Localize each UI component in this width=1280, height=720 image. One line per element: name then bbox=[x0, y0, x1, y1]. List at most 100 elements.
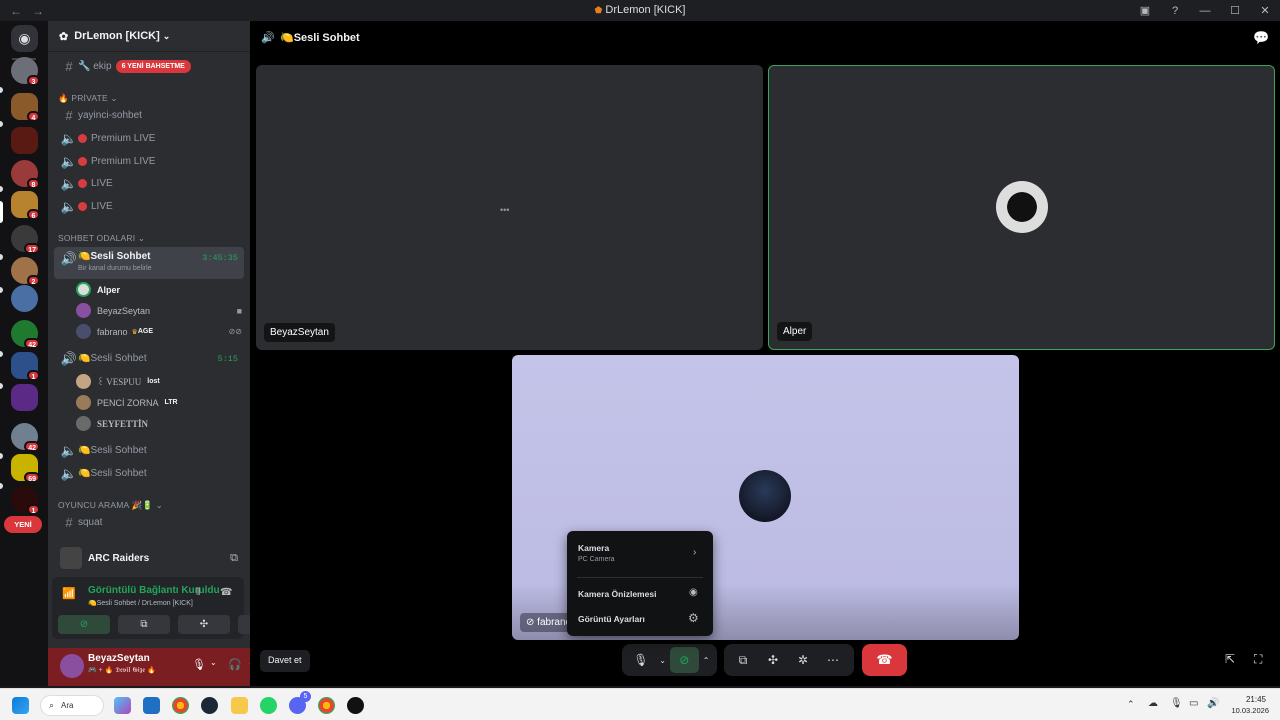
video-tile-beyazseytan[interactable]: ••• BeyazSeytan bbox=[256, 65, 763, 350]
screen-share-icon[interactable]: ⧉ bbox=[728, 647, 758, 673]
camera-toggle-button[interactable]: ⊘ bbox=[669, 647, 700, 673]
fullscreen-icon[interactable]: ⛶ bbox=[1254, 652, 1262, 667]
video-tile-alper[interactable]: Alper bbox=[768, 65, 1275, 350]
user-name: Alper bbox=[97, 284, 121, 295]
category-player-search[interactable]: OYUNCU ARAMA 🎉🔋 ⌄ bbox=[58, 500, 163, 511]
new-mentions-badge[interactable]: 6 YENİ BAHSETME bbox=[115, 60, 191, 73]
channel-premium-live[interactable]: 🔈 Premium LIVE bbox=[54, 128, 244, 149]
guild-icon[interactable]: 17 bbox=[11, 225, 40, 254]
avatar[interactable] bbox=[60, 654, 84, 678]
guild-icon[interactable]: 42 bbox=[11, 320, 40, 349]
voice-user[interactable]: SEYFETTİN bbox=[76, 414, 148, 433]
discord-icon[interactable]: 5 bbox=[289, 691, 311, 714]
soundboard-icon[interactable]: ✲ bbox=[788, 647, 818, 673]
disconnect-call-button[interactable]: ☎ bbox=[862, 644, 907, 676]
channel-live[interactable]: 🔈 LIVE bbox=[54, 173, 244, 194]
close-button[interactable]: ✕ bbox=[1250, 4, 1280, 17]
channel-premium-live[interactable]: 🔈 Premium LIVE bbox=[54, 151, 244, 172]
chevron-up-icon[interactable]: ⌃ bbox=[1127, 699, 1135, 710]
more-options-icon[interactable]: ⋯ bbox=[818, 647, 848, 673]
channel-squat[interactable]: # squat bbox=[54, 512, 244, 533]
menu-item-camera[interactable]: Kamera bbox=[578, 543, 609, 553]
microphone-icon[interactable]: 🎙 bbox=[192, 658, 206, 671]
chrome-icon[interactable] bbox=[318, 697, 335, 714]
windows-start-icon[interactable] bbox=[12, 697, 29, 714]
guild-icon[interactable]: 1 bbox=[11, 486, 40, 515]
guild-icon[interactable] bbox=[11, 285, 38, 312]
voice-user[interactable]: PENCİ ZORNA LTR bbox=[76, 393, 178, 412]
menu-item-camera-preview[interactable]: Kamera Önizlemesi bbox=[578, 589, 656, 599]
microphone-icon[interactable]: 🎙 bbox=[626, 647, 656, 673]
voice-user[interactable]: Alper bbox=[76, 280, 120, 299]
stream-game-icon[interactable]: ⧉ bbox=[230, 552, 238, 565]
category-rooms[interactable]: SOHBET ODALARI ⌄ bbox=[58, 233, 145, 244]
clock-date[interactable]: 10.03.2026 bbox=[1225, 706, 1269, 715]
pop-out-icon[interactable]: ⇱ bbox=[1225, 652, 1235, 666]
copilot-icon[interactable] bbox=[114, 697, 131, 714]
file-explorer-icon[interactable] bbox=[231, 697, 248, 714]
guild-icon[interactable]: 2 bbox=[11, 257, 40, 286]
chevron-down-icon[interactable]: ⌄ bbox=[656, 647, 670, 673]
guild-icon[interactable] bbox=[11, 127, 38, 154]
voice-user[interactable]: BeyazSeytan ■ bbox=[76, 301, 242, 320]
minimize-button[interactable]: — bbox=[1190, 5, 1220, 17]
guild-icon[interactable]: 42 bbox=[11, 423, 40, 452]
disconnect-icon[interactable]: ☎ bbox=[220, 587, 232, 598]
voice-channel[interactable]: 🔊 🍋Sesli Sohbet 5:15 bbox=[54, 348, 244, 369]
inbox-icon[interactable]: ▣ bbox=[1130, 4, 1160, 17]
voice-channel[interactable]: 🔈 🍋Sesli Sohbet bbox=[54, 440, 244, 461]
guild-icon[interactable]: 3 bbox=[11, 57, 40, 86]
guild-icon[interactable]: 4 bbox=[11, 93, 40, 122]
network-icon[interactable]: ▭ bbox=[1189, 698, 1198, 709]
taskbar-search[interactable]: ⌕ Ara bbox=[40, 695, 104, 716]
chat-icon[interactable]: 💬 bbox=[1253, 30, 1269, 46]
category-private[interactable]: 🔥 PRİVATE ⌄ bbox=[58, 93, 118, 104]
voice-channel[interactable]: 🔈 🍋Sesli Sohbet bbox=[54, 463, 244, 484]
chevron-down-icon[interactable]: ⌄ bbox=[210, 658, 217, 667]
voice-user[interactable]: fabrano ♛ AGE ⊘⊘ bbox=[76, 322, 242, 341]
discord-home-icon[interactable]: ◉ bbox=[11, 25, 38, 52]
speaker-icon: 🔈 bbox=[60, 153, 78, 169]
channel-yayinci-sohbet[interactable]: # yayinci-sohbet bbox=[54, 105, 244, 126]
new-unread-pill[interactable]: YENİ bbox=[4, 516, 42, 533]
activity-panel[interactable]: ARC Raiders ⧉ bbox=[52, 543, 246, 573]
noise-suppression-icon[interactable]: ⦀ bbox=[196, 587, 200, 598]
channel-name: 🍋Sesli Sohbet bbox=[78, 445, 147, 456]
camera-device-name: PC Camera bbox=[578, 556, 615, 563]
guild-icon[interactable] bbox=[11, 384, 38, 411]
camera-toggle-button[interactable]: ⊘ bbox=[58, 615, 110, 634]
avatar bbox=[76, 374, 91, 389]
avatar bbox=[996, 181, 1048, 233]
help-icon[interactable]: ? bbox=[1160, 5, 1190, 17]
guild-icon[interactable]: 6 bbox=[11, 191, 40, 220]
channel-live[interactable]: 🔈 LIVE bbox=[54, 196, 244, 217]
maximize-button[interactable]: ☐ bbox=[1220, 4, 1250, 17]
guild-icon[interactable]: 69 bbox=[11, 454, 40, 483]
guild-icon[interactable]: 1 bbox=[11, 352, 40, 381]
whatsapp-icon[interactable] bbox=[260, 697, 277, 714]
chevron-up-icon[interactable]: ⌃ bbox=[699, 647, 713, 673]
chrome-icon[interactable] bbox=[172, 697, 189, 714]
steam-icon[interactable] bbox=[201, 697, 218, 714]
clock-time[interactable]: 21:45 bbox=[1230, 695, 1266, 704]
channel-ekip[interactable]: # 🔧 ekip 6 YENİ BAHSETME bbox=[54, 56, 244, 77]
invite-button[interactable]: Davet et bbox=[260, 650, 310, 672]
activities-button[interactable]: ✣ bbox=[178, 615, 230, 634]
activities-icon[interactable]: ✣ bbox=[758, 647, 788, 673]
headphones-icon[interactable]: 🎧 bbox=[228, 658, 242, 671]
user-name[interactable]: BeyazSeytan bbox=[88, 653, 150, 664]
voice-user[interactable]: ꒰ VESPUU lost bbox=[76, 372, 160, 391]
volume-icon[interactable]: 🔊 bbox=[1207, 698, 1219, 709]
menu-item-video-settings[interactable]: Görüntü Ayarları bbox=[578, 614, 645, 624]
channel-status[interactable]: Bir kanal durumu belirle bbox=[78, 265, 152, 272]
screen-share-button[interactable]: ⧉ bbox=[118, 615, 170, 634]
connection-location[interactable]: 🍋Sesli Sohbet / DrLemon [KICK] bbox=[88, 599, 193, 607]
active-voice-channel[interactable]: 🔊 🍋Sesli Sohbet Bir kanal durumu belirle… bbox=[54, 247, 244, 279]
cloud-icon[interactable]: ☁ bbox=[1148, 698, 1158, 709]
obs-icon[interactable] bbox=[347, 697, 364, 714]
server-header[interactable]: ✿ DrLemon [KICK] ⌄ 👤 bbox=[48, 21, 290, 52]
live-dot bbox=[78, 157, 87, 166]
store-icon[interactable] bbox=[143, 697, 160, 714]
microphone-icon[interactable]: 🎙 bbox=[1170, 698, 1183, 709]
guild-icon[interactable]: 8 bbox=[11, 160, 40, 189]
